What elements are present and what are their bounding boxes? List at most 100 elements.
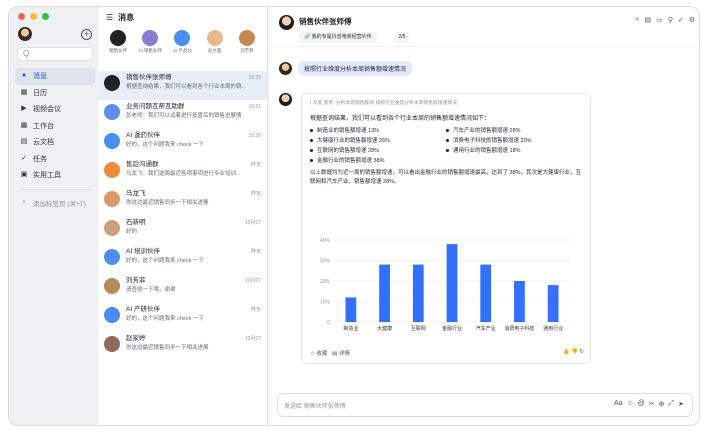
detail-icon[interactable]: ▤ xyxy=(332,351,337,357)
doc-icon[interactable]: ▤ xyxy=(644,16,651,24)
list-item[interactable]: 业务问题互帮互助群 10:21 张老师：我们可以试着进行复盘后的销售进展情 xyxy=(98,100,267,129)
chat-pane: 销售伙伴张师傅 🔗 我的专属抖音电商经营伙伴 2/5 ⌕ ▤ ▭ ⚲ ✓ ⚙ 按… xyxy=(269,7,699,425)
zoom-window-button[interactable] xyxy=(42,13,49,20)
font-icon[interactable]: Aa xyxy=(614,400,623,408)
pin-icon[interactable]: ⚲ xyxy=(668,16,673,24)
bullet-item: 消费电子科技的销售额增速 20% xyxy=(446,136,582,144)
reply-intro: 根据查询结果，我们可以看到各个行业本周的销售额增速情况如下： xyxy=(310,116,491,122)
pinned-name: 刘芳菲 xyxy=(240,48,254,53)
page-indicator[interactable]: 2/5 xyxy=(395,32,409,43)
assistant-tag-label: 我的专属抖音电商经营伙伴 xyxy=(311,34,372,40)
pinned-name: 赵文晨 xyxy=(207,48,222,53)
sidebar-item-3[interactable]: ▦ 工作台 xyxy=(15,118,95,135)
x-tick-label: 制造业 xyxy=(343,325,358,332)
sidebar-item-label: 实用工具 xyxy=(33,172,61,180)
conversation-time: 15:35 xyxy=(248,75,261,81)
conversation-name: 销售伙伴张师傅 xyxy=(126,74,172,81)
avatar xyxy=(104,75,120,91)
add-icon[interactable]: + xyxy=(81,29,92,40)
add-tab-label: 添加标签页 (⌘+T) xyxy=(33,200,86,208)
list-item[interactable]: 石新明 10月27 好的 xyxy=(98,216,267,245)
video-icon: ▶ xyxy=(21,105,27,113)
minimize-window-button[interactable] xyxy=(30,13,37,20)
conversation-name: 售后沟通群 xyxy=(126,161,159,168)
list-item[interactable]: 马龙飞 昨天 你这边最近销售同步一下相关进展 xyxy=(98,187,267,216)
star-icon[interactable]: ☆ xyxy=(310,351,315,357)
bullet-item: 互联网的销售额增速 28% xyxy=(310,146,446,154)
list-item[interactable]: AI 产研伙伴 昨天 好的，这个问题我来 check 一下 xyxy=(98,303,267,332)
avatar xyxy=(104,278,120,294)
bullet-item: 大健康行业的销售额增速 26% xyxy=(310,136,446,144)
add-tab-button[interactable]: + 添加标签页 (⌘+T) xyxy=(15,195,95,212)
folder-icon[interactable]: ▭ xyxy=(656,16,663,24)
search-input[interactable]: Q xyxy=(17,47,93,61)
pinned-contact[interactable]: 赵文晨 xyxy=(200,30,230,63)
conversation-time: 10:21 xyxy=(248,104,261,110)
conversation-name: AI 運药伙伴 xyxy=(126,132,160,139)
message-bubble: 按照行业维度分析本周销售额增速情况 xyxy=(298,61,413,76)
sidebar-item-2[interactable]: ▶ 视频会议 xyxy=(15,101,95,118)
detail-label[interactable]: 详情 xyxy=(339,351,350,357)
pinned-contact[interactable]: 刘芳菲 xyxy=(232,30,262,63)
plus-icon[interactable]: ⊕ xyxy=(659,400,665,408)
list-item[interactable]: AI 運药伙伴 15:36 好的，这个问题我来 check 一下 xyxy=(98,129,267,158)
y-tick-label: 10% xyxy=(320,300,331,306)
bullet-item: 通用行业的销售额增速 18% xyxy=(446,146,582,154)
search-icon[interactable]: ⌕ xyxy=(636,16,640,24)
sidebar-item-label: 任务 xyxy=(33,155,47,163)
list-item[interactable]: AI 培训伙伴 昨天 好的，这个问题我来 check 一下 xyxy=(98,245,267,274)
assistant-tag[interactable]: 🔗 我的专属抖音电商经营伙伴 xyxy=(299,32,377,43)
conversation-preview: 马龙飞：我们这周最近各项事项进行专业培训... xyxy=(126,171,241,177)
chat-list: ☰ 消息 销售伙伴 AI 销售伙伴 AI 产品伙赵文晨 刘芳菲 销售伙伴张师傅 15:3… xyxy=(98,7,268,425)
close-window-button[interactable] xyxy=(18,13,25,20)
emoji-icon[interactable]: ☺ xyxy=(627,400,634,408)
list-item[interactable]: 销售伙伴张师傅 15:35 根据查询结果，我们可以看到各个行业本周的销... xyxy=(98,71,267,100)
sidebar-item-0[interactable]: ● 消息 xyxy=(15,68,95,85)
chart-bar xyxy=(345,297,357,322)
avatar[interactable] xyxy=(279,15,294,30)
conversation-name: 马龙飞 xyxy=(126,190,146,197)
x-tick-label: 汽车产业 xyxy=(476,325,496,332)
sidebar-item-label: 云文档 xyxy=(33,139,54,147)
x-tick-label: 互联网 xyxy=(411,325,426,332)
sidebar-item-1[interactable]: ▦ 日历 xyxy=(15,85,95,102)
conversation-time: 昨天 xyxy=(250,249,261,255)
thumbs-up-icon[interactable]: 👍 xyxy=(563,349,570,355)
traffic-lights xyxy=(18,13,49,20)
user-message: 按照行业维度分析本周销售额增速情况 xyxy=(279,61,413,76)
conversation-name: 业务问题互帮互助群 xyxy=(126,103,185,110)
list-item[interactable]: 刘芳菲 10月27 请查收一下哦，谢谢 xyxy=(98,274,267,303)
avatar xyxy=(110,30,127,46)
send-icon[interactable]: ➤ xyxy=(678,400,684,408)
conversation-preview: 根据查询结果，我们可以看到各个行业本周的销... xyxy=(126,84,247,90)
expand-icon[interactable]: ⤢ xyxy=(669,400,675,408)
gear-icon[interactable]: ⚙ xyxy=(689,16,695,24)
sidebar-item-4[interactable]: ▤ 云文档 xyxy=(15,134,95,151)
mention-icon[interactable]: @ xyxy=(638,400,645,408)
pinned-contact[interactable]: AI 销售伙伴 xyxy=(135,30,165,63)
avatar xyxy=(104,336,120,352)
pinned-contact[interactable]: AI 产品伙 xyxy=(167,30,197,63)
chart-bar xyxy=(514,281,525,322)
y-tick-label: 20% xyxy=(320,279,331,285)
pinned-contact[interactable]: 销售伙伴 xyxy=(103,30,133,63)
chat-header: 销售伙伴张师傅 🔗 我的专属抖音电商经营伙伴 2/5 ⌕ ▤ ▭ ⚲ ✓ ⚙ xyxy=(269,7,699,47)
input-toolbar: Aa ☺ @ ✂ ⊕ ⤢ ➤ xyxy=(614,400,684,408)
avatar xyxy=(104,220,120,236)
favorite-label[interactable]: 收藏 xyxy=(316,351,327,357)
message-input[interactable]: 发送给 销售伙伴张师傅 Aa ☺ @ ✂ ⊕ ⤢ ➤ xyxy=(277,393,693,417)
list-item[interactable]: 售后沟通群 昨天 马龙飞：我们这周最近各项事项进行专业培训... xyxy=(98,158,267,187)
sidebar-item-6[interactable]: ▣ 实用工具 xyxy=(15,167,95,184)
check-icon[interactable]: ✓ xyxy=(678,16,684,24)
avatar xyxy=(174,30,191,46)
scissors-icon[interactable]: ✂ xyxy=(649,400,655,408)
refresh-icon[interactable]: ↻ xyxy=(579,349,584,355)
chat-list-header: ☰ 消息 xyxy=(98,7,267,27)
list-item[interactable]: 赵家婷 10月27 你这边最近销售同步一下相关进展 xyxy=(98,332,267,361)
thumbs-down-icon[interactable]: 👎 xyxy=(571,349,578,355)
x-tick-label: 金融行业 xyxy=(442,325,462,332)
bullet-item: 汽车产业的销售额增速 28% xyxy=(446,126,582,134)
avatar[interactable] xyxy=(18,27,32,41)
sidebar-item-5[interactable]: ✓ 任务 xyxy=(15,151,95,168)
menu-icon[interactable]: ☰ xyxy=(106,13,113,22)
